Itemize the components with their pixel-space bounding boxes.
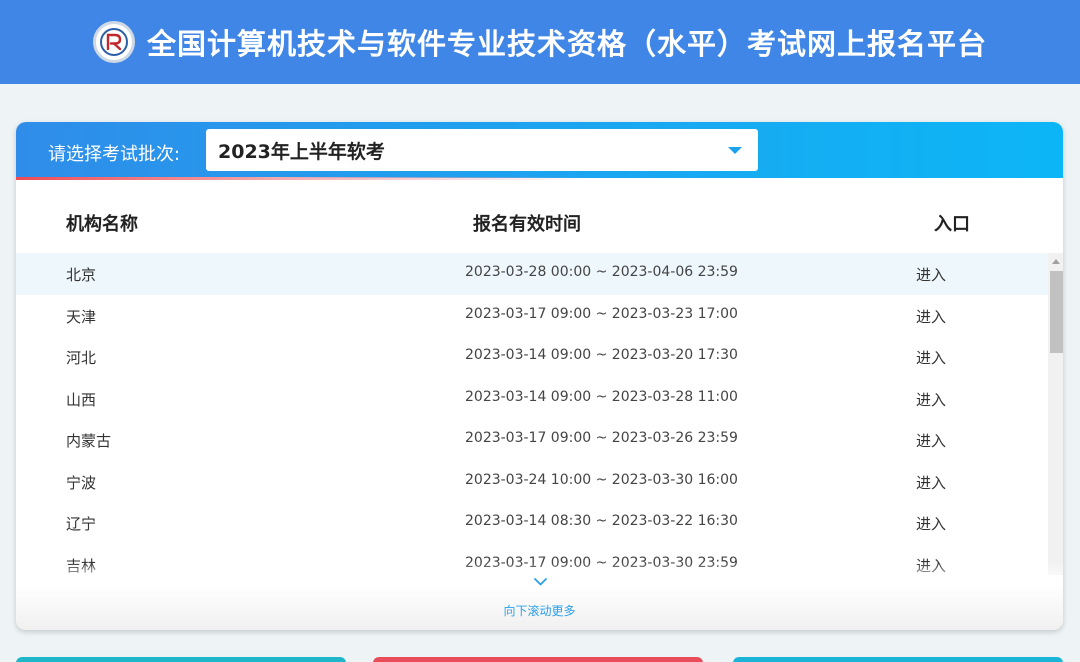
- institution-list: 北京 2023-03-28 00:00 ~ 2023-04-06 23:59 进…: [16, 253, 1048, 575]
- table-row: 山西 2023-03-14 09:00 ~ 2023-03-28 11:00 进…: [16, 378, 1048, 420]
- table-row: 宁波 2023-03-24 10:00 ~ 2023-03-30 16:00 进…: [16, 461, 1048, 503]
- batch-bar: 请选择考试批次: 2023年上半年软考: [16, 122, 1063, 178]
- table-row: 河北 2023-03-14 09:00 ~ 2023-03-20 17:30 进…: [16, 336, 1048, 378]
- institution-name: 河北: [66, 349, 97, 367]
- entry-link[interactable]: 进入: [916, 472, 946, 493]
- table-row: 天津 2023-03-17 09:00 ~ 2023-03-23 17:00 进…: [16, 295, 1048, 337]
- institution-name: 宁波: [66, 473, 97, 492]
- scroll-more-hint: 向下滚动更多: [16, 562, 1063, 630]
- bottom-card-red[interactable]: [373, 657, 703, 662]
- page-title: 全国计算机技术与软件专业技术资格（水平）考试网上报名平台: [146, 27, 987, 61]
- bottom-card-teal[interactable]: [16, 657, 346, 662]
- chevron-down-icon[interactable]: [533, 575, 548, 590]
- batch-select[interactable]: 2023年上半年软考: [206, 129, 758, 171]
- entry-link[interactable]: 进入: [916, 306, 946, 327]
- institution-name: 辽宁: [66, 515, 97, 533]
- site-header: 全国计算机技术与软件专业技术资格（水平）考试网上报名平台: [0, 0, 1080, 84]
- table-row: 北京 2023-03-28 00:00 ~ 2023-04-06 23:59 进…: [16, 253, 1048, 295]
- registration-time: 2023-03-17 09:00 ~ 2023-03-26 23:59: [465, 430, 738, 446]
- institution-name: 内蒙古: [66, 432, 112, 450]
- entry-link[interactable]: 进入: [916, 389, 946, 410]
- registration-time: 2023-03-28 00:00 ~ 2023-04-06 23:59: [465, 264, 738, 280]
- registration-time: 2023-03-17 09:00 ~ 2023-03-23 17:00: [465, 305, 738, 322]
- registration-time: 2023-03-14 09:00 ~ 2023-03-28 11:00: [465, 388, 738, 405]
- institution-name: 北京: [66, 266, 97, 284]
- column-header-institution: 机构名称: [66, 214, 138, 235]
- entry-link[interactable]: 进入: [916, 430, 946, 451]
- exam-logo-icon: [92, 21, 135, 63]
- column-header-entry: 入口: [934, 214, 970, 235]
- entry-link[interactable]: 进入: [916, 347, 946, 368]
- column-header-time: 报名有效时间: [473, 214, 581, 235]
- registration-time: 2023-03-24 10:00 ~ 2023-03-30 16:00: [465, 471, 738, 488]
- list-scrollbar[interactable]: [1048, 253, 1063, 575]
- entry-link[interactable]: 进入: [916, 264, 946, 285]
- institution-name: 山西: [66, 390, 97, 409]
- institution-name: 天津: [66, 307, 97, 326]
- scrollbar-thumb[interactable]: [1050, 271, 1063, 353]
- bottom-card-blue[interactable]: [733, 657, 1063, 662]
- table-row: 辽宁 2023-03-14 08:30 ~ 2023-03-22 16:30 进…: [16, 502, 1048, 544]
- chevron-down-icon[interactable]: [728, 147, 742, 154]
- scroll-up-arrow-icon[interactable]: [1052, 259, 1060, 264]
- registration-panel: 请选择考试批次: 2023年上半年软考 机构名称 报名有效时间 入口 北京 20…: [16, 122, 1063, 630]
- batch-label: 请选择考试批次:: [48, 144, 181, 165]
- registration-time: 2023-03-14 09:00 ~ 2023-03-20 17:30: [465, 347, 738, 363]
- table-row: 内蒙古 2023-03-17 09:00 ~ 2023-03-26 23:59 …: [16, 419, 1048, 461]
- registration-time: 2023-03-14 08:30 ~ 2023-03-22 16:30: [465, 513, 738, 529]
- scroll-more-link[interactable]: 向下滚动更多: [16, 602, 1063, 619]
- batch-bar-divider: [16, 177, 1063, 180]
- batch-selected-value: 2023年上半年软考: [218, 140, 385, 163]
- entry-link[interactable]: 进入: [916, 513, 946, 534]
